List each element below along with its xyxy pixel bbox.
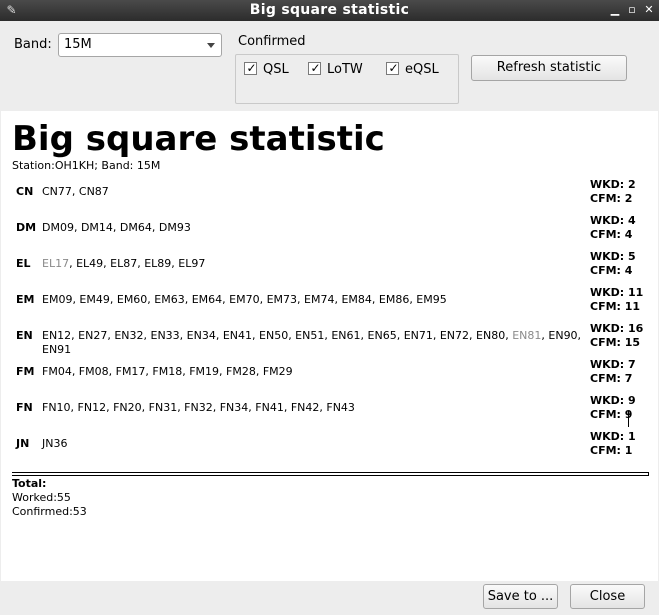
square-code: DM [16,221,37,234]
square-code: JN [16,437,30,450]
grid-unconfirmed: EL17 [42,257,70,270]
eqsl-checkbox-label: eQSL [405,62,439,77]
divider [12,472,649,476]
grid-list: EL17, EL49, EL87, EL89, EL97 [42,257,582,271]
square-row: EM EM09, EM49, EM60, EM63, EM64, EM70, EM… [1,286,658,322]
square-row: EN EN12, EN27, EN32, EN33, EN34, EN41, EN… [1,322,658,358]
worked-total: Worked:55 [12,491,71,504]
square-code: EN [16,329,33,342]
square-stats: WKD: 2 CFM: 2 [590,178,636,206]
square-code: FM [16,365,35,378]
worked-count: WKD: 9 [590,394,636,407]
square-stats: WKD: 4 CFM: 4 [590,214,636,242]
band-select-value: 15M [64,37,92,52]
worked-count: WKD: 5 [590,250,636,263]
square-code: EM [16,293,35,306]
band-label: Band: [14,37,52,52]
grid-confirmed: FM04, FM08, FM17, FM18, FM19, FM28, FM29 [42,365,293,378]
window-title: Big square statistic [249,2,410,18]
grid-list: FM04, FM08, FM17, FM18, FM19, FM28, FM29 [42,365,582,379]
square-stats: WKD: 11 CFM: 11 [590,286,643,314]
grid-list: EN12, EN27, EN32, EN33, EN34, EN41, EN50… [42,329,582,357]
worked-count: WKD: 4 [590,214,636,227]
refresh-statistic-button[interactable]: Refresh statistic [471,55,627,81]
worked-count: WKD: 11 [590,286,644,299]
square-row: JN JN36 WKD: 1 CFM: 1 [1,430,658,466]
square-row: FM FM04, FM08, FM17, FM18, FM19, FM28, FM… [1,358,658,394]
confirmed-count: CFM: 11 [590,300,641,313]
checkbox-box[interactable]: ✓ [244,61,257,75]
confirmed-count: CFM: 4 [590,228,633,241]
grid-confirmed: FN10, FN12, FN20, FN31, FN32, FN34, FN41… [42,401,355,414]
square-code: FN [16,401,33,414]
grid-confirmed: EN12, EN27, EN32, EN33, EN34, EN41, EN50… [42,329,513,342]
square-row: DM DM09, DM14, DM64, DM93 WKD: 4 CFM: 4 [1,214,658,250]
confirmed-count: CFM: 7 [590,372,633,385]
confirmed-total: Confirmed:53 [12,505,87,518]
worked-count: WKD: 2 [590,178,636,191]
square-code: CN [16,185,34,198]
square-stats: WKD: 1 CFM: 1 [590,430,636,458]
grid-confirmed: , EL49, EL87, EL89, EL97 [69,257,206,270]
options-panel: Band: 15M Confirmed ✓ QSL ✓ LoTW ✓ eQSL Ref… [0,21,659,111]
grid-unconfirmed: EN81 [512,329,542,342]
grid-confirmed: DM09, DM14, DM64, DM93 [42,221,191,234]
square-stats: WKD: 7 CFM: 7 [590,358,636,386]
eqsl-checkbox[interactable]: ✓ eQSL [386,61,439,78]
chevron-down-icon [207,43,215,48]
report-subtitle: Station:OH1KH; Band: 15M [12,159,161,172]
square-stats: WKD: 16 CFM: 15 [590,322,643,350]
confirmed-group-label: Confirmed [238,34,306,49]
square-row: FN FN10, FN12, FN20, FN31, FN32, FN34, FN… [1,394,658,430]
check-icon: ✓ [388,61,399,75]
square-code: EL [16,257,31,270]
save-to-button[interactable]: Save to ... [483,584,558,609]
band-select[interactable]: 15M [58,33,222,57]
check-icon: ✓ [246,61,257,75]
grid-confirmed: EM09, EM49, EM60, EM63, EM64, EM70, EM73… [42,293,447,306]
lotw-checkbox[interactable]: ✓ LoTW [308,61,363,78]
minimize-icon[interactable]: ▁ [608,2,622,18]
grid-list: FN10, FN12, FN20, FN31, FN32, FN34, FN41… [42,401,582,415]
worked-count: WKD: 7 [590,358,636,371]
square-row: CN CN77, CN87 WKD: 2 CFM: 2 [1,178,658,214]
lotw-checkbox-label: LoTW [327,62,363,77]
close-button[interactable]: Close [570,584,645,609]
confirmed-count: CFM: 1 [590,444,633,457]
worked-count: WKD: 16 [590,322,644,335]
worked-count: WKD: 1 [590,430,636,443]
grid-confirmed: JN36 [42,437,68,450]
report-title: Big square statistic [12,119,385,159]
confirmed-count: CFM: 15 [590,336,641,349]
maximize-icon[interactable]: ▫ [625,2,639,18]
grid-confirmed: CN77, CN87 [42,185,109,198]
checkbox-box[interactable]: ✓ [308,61,321,75]
square-row: EL EL17, EL49, EL87, EL89, EL97 WKD: 5 CFM:… [1,250,658,286]
grid-list: JN36 [42,437,582,451]
checkbox-box[interactable]: ✓ [386,61,399,75]
grid-list: CN77, CN87 [42,185,582,199]
grid-list: DM09, DM14, DM64, DM93 [42,221,582,235]
confirmed-count: CFM: 2 [590,192,633,205]
grid-list: EM09, EM49, EM60, EM63, EM64, EM70, EM73… [42,293,582,307]
window-titlebar: ✎ Big square statistic ▁ ▫ ✕ [0,0,659,21]
text-cursor-icon [627,411,630,427]
confirmed-count: CFM: 4 [590,264,633,277]
close-icon[interactable]: ✕ [642,2,656,18]
report-view[interactable]: Big square statistic Station:OH1KH; Band… [1,111,658,581]
totals-heading: Total: [12,477,47,490]
square-stats: WKD: 5 CFM: 4 [590,250,636,278]
check-icon: ✓ [310,61,321,75]
qsl-checkbox[interactable]: ✓ QSL [244,61,289,78]
totals-section: Total: Worked:55 Confirmed:53 [12,477,87,519]
qsl-checkbox-label: QSL [263,62,289,77]
